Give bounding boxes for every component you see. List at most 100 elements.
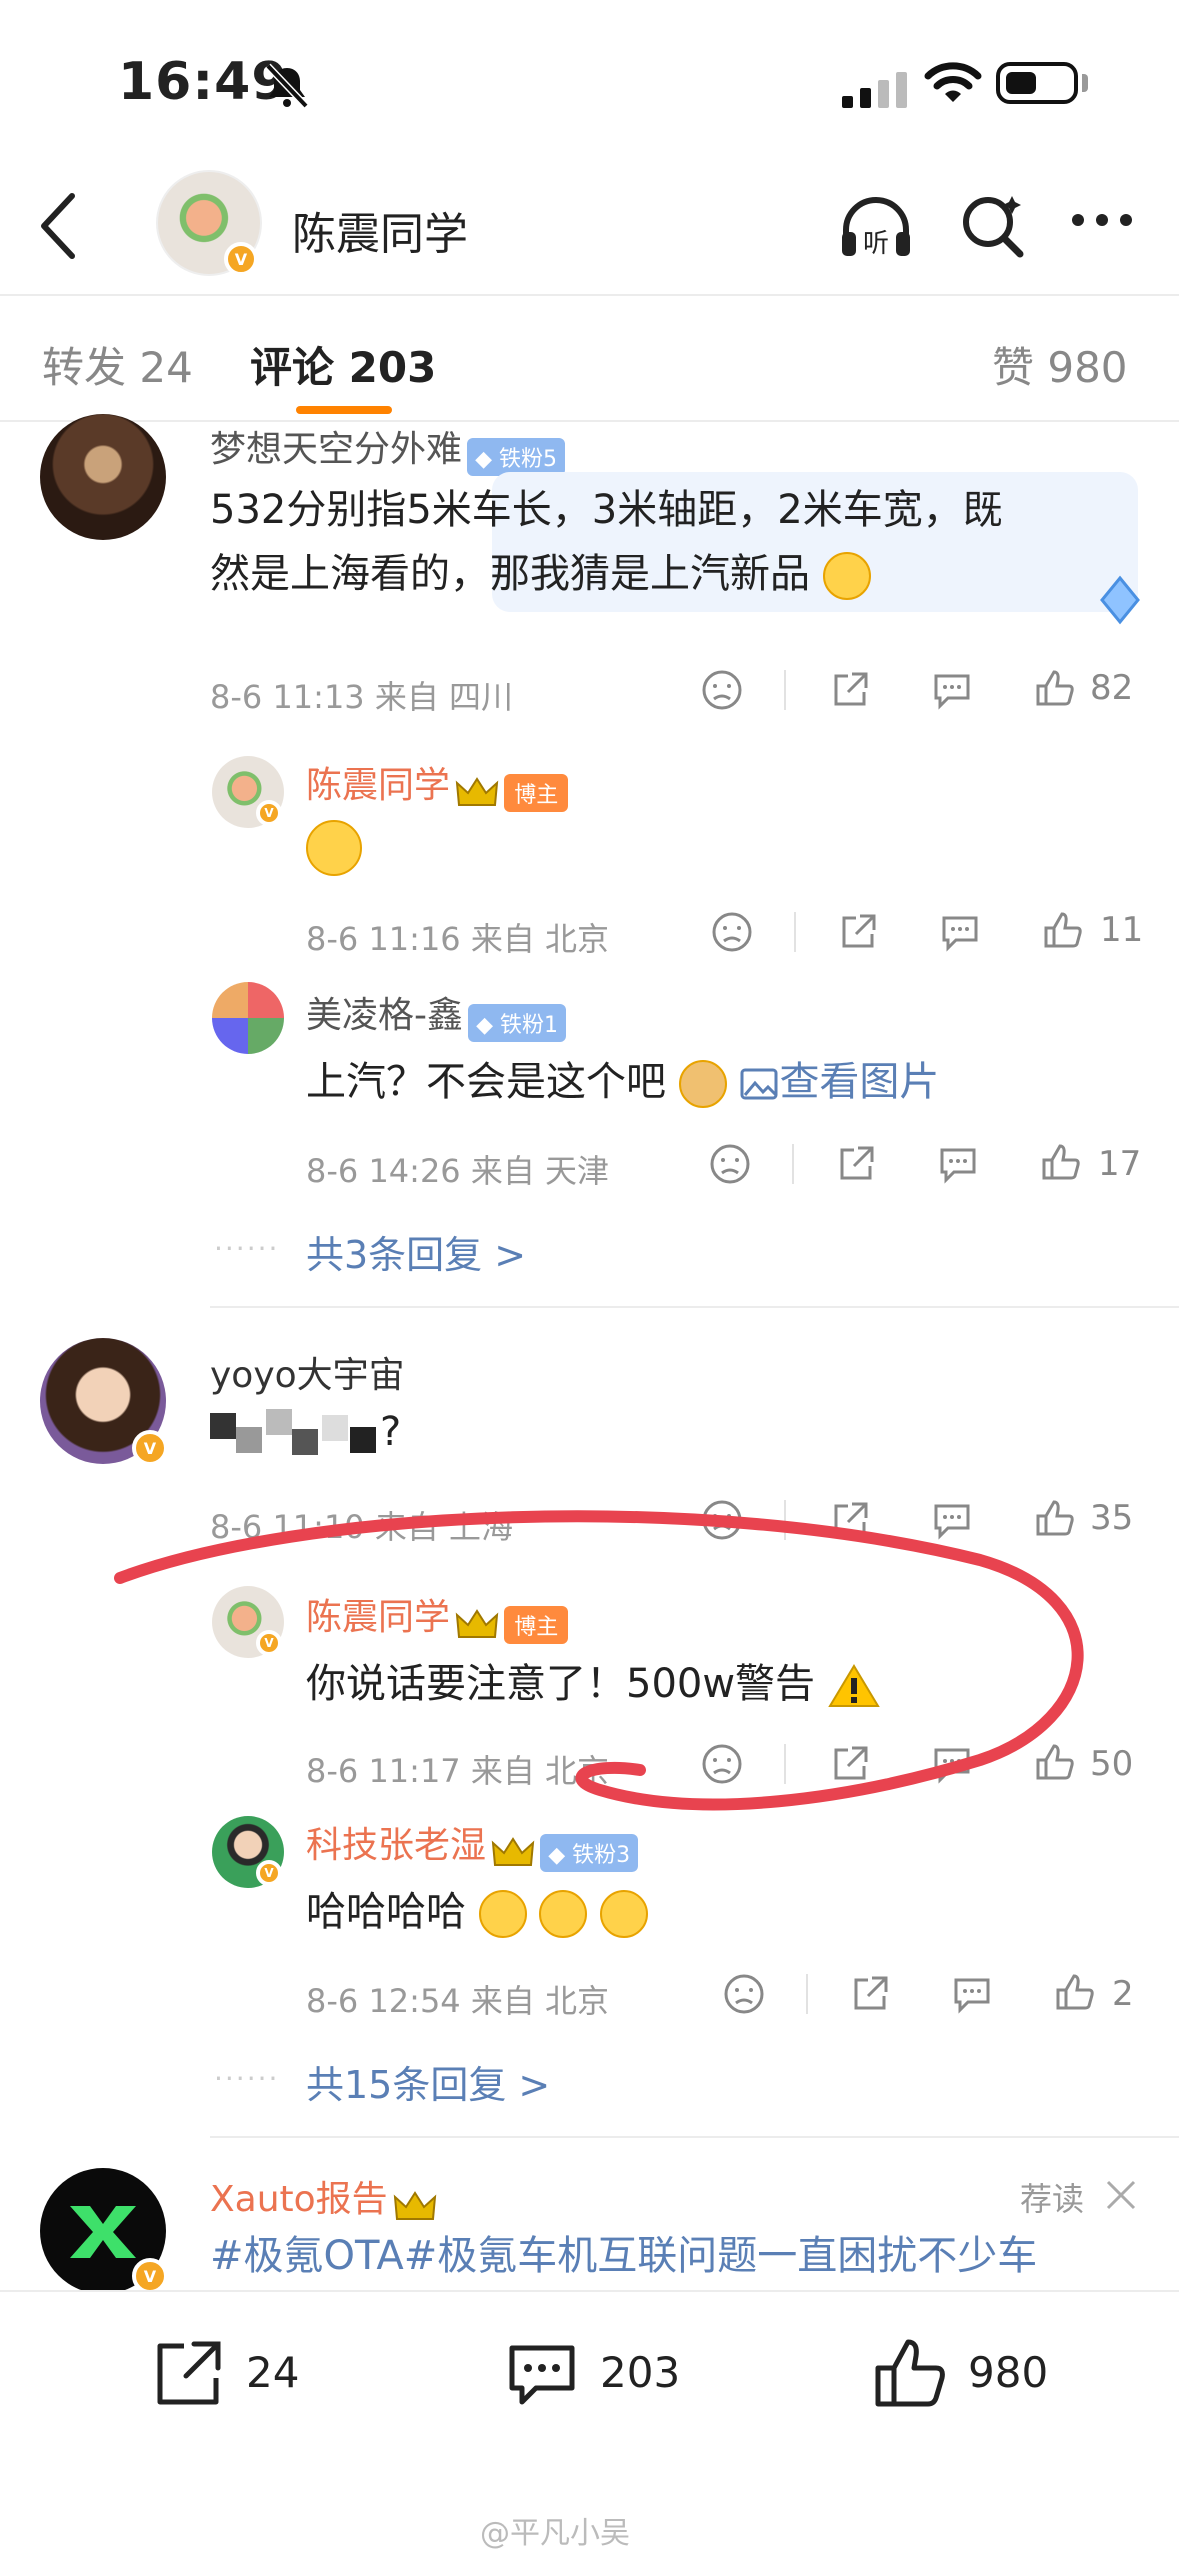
dislike-face-icon[interactable]: [700, 1742, 744, 1786]
crown-icon: [491, 1836, 535, 1866]
username[interactable]: yoyo大宇宙: [210, 1346, 405, 1398]
more-replies-link[interactable]: 共15条回复 >: [306, 2054, 550, 2109]
fan-badge: ◆ 铁粉1: [468, 1003, 567, 1042]
verified-badge-icon: V: [132, 2258, 168, 2294]
tab-repost[interactable]: 转发 24: [42, 334, 193, 395]
like-count[interactable]: 980: [968, 2348, 1048, 2397]
fan-badge-label: 铁粉3: [572, 1842, 631, 1868]
host-badge: 博主: [504, 773, 569, 812]
host-badge: 博主: [504, 1605, 569, 1644]
comment-header: Xauto报告: [210, 2170, 437, 2225]
back-arrow-icon[interactable]: [34, 188, 86, 264]
image-icon: [740, 1068, 778, 1100]
reply-header: 陈震同学 博主: [306, 1588, 569, 1644]
tabs-divider: [0, 420, 1179, 422]
comment-meta: 8-6 11:13 来自 四川: [210, 678, 514, 716]
dislike-face-icon[interactable]: [708, 1142, 752, 1186]
action-separator: [784, 1500, 786, 1540]
action-separator: [784, 1744, 786, 1784]
comment-icon[interactable]: [936, 1142, 980, 1186]
laugh-cry-emoji-icon: [478, 1890, 527, 1938]
comment-text-line: 532分别指5米车长，3米轴距，2米车宽，既: [210, 487, 1003, 533]
like-thumb-icon[interactable]: [870, 2332, 950, 2412]
like-thumb-icon[interactable]: [1052, 1970, 1096, 2014]
search-icon[interactable]: [960, 192, 1026, 258]
diamond-sparkle-icon: [1100, 575, 1140, 625]
reply-header: 科技张老湿 ◆ 铁粉3: [306, 1816, 639, 1872]
listen-headphones-icon[interactable]: 听: [836, 192, 916, 262]
share-icon[interactable]: [834, 1142, 878, 1186]
share-icon[interactable]: [828, 668, 872, 712]
crown-icon: [455, 776, 499, 806]
reply-thread-dots: ······: [214, 2062, 280, 2095]
username[interactable]: 梦想天空分外难: [210, 429, 462, 470]
action-separator: [794, 912, 796, 952]
view-image-link[interactable]: 查看图片: [739, 1059, 939, 1105]
comment-icon[interactable]: [930, 668, 974, 712]
username[interactable]: 科技张老湿: [306, 1825, 486, 1866]
reply-text: 你说话要注意了！500w警告: [306, 1652, 880, 1716]
like-thumb-icon[interactable]: [1032, 1740, 1076, 1784]
close-icon[interactable]: [1104, 2178, 1138, 2212]
reply-meta: 8-6 14:26 来自 天津: [306, 1152, 610, 1190]
username[interactable]: 陈震同学: [306, 765, 450, 806]
battery-icon: [996, 62, 1078, 104]
thinking-emoji-icon: [306, 820, 362, 876]
dislike-face-icon[interactable]: [722, 1972, 766, 2016]
comment-count[interactable]: 203: [600, 2348, 680, 2397]
share-icon[interactable]: [828, 1742, 872, 1786]
share-icon[interactable]: [828, 1498, 872, 1542]
comment-icon[interactable]: [504, 2336, 580, 2412]
crown-icon: [393, 2190, 437, 2220]
dislike-face-icon[interactable]: [710, 910, 754, 954]
reply-thread-dots: ······: [214, 1232, 280, 1265]
like-thumb-icon[interactable]: [1032, 666, 1076, 710]
like-thumb-icon[interactable]: [1032, 1496, 1076, 1540]
comment-header: 梦想天空分外难 ◆ 铁粉5: [210, 420, 566, 476]
recommend-label: 荐读: [1020, 2180, 1085, 2218]
tab-like[interactable]: 赞 980: [992, 334, 1128, 395]
username[interactable]: 陈震同学: [306, 1597, 450, 1638]
reply-header: 陈震同学 博主: [306, 756, 569, 812]
header-divider: [0, 294, 1179, 296]
comment-icon[interactable]: [950, 1972, 994, 2016]
tab-comment[interactable]: 评论 203: [250, 334, 436, 395]
more-options-icon[interactable]: [1072, 214, 1132, 226]
dislike-face-icon[interactable]: [700, 1498, 744, 1542]
reply-text-content: 上汽？不会是这个吧: [306, 1059, 666, 1105]
more-replies-link[interactable]: 共3条回复 >: [306, 1224, 526, 1279]
comment-text-content: #极氪OTA#极氪车机互联问题一直困扰不少车: [210, 2233, 1038, 2279]
comment-text-line: 然是上海看的，那我猜是上汽新品: [210, 551, 810, 597]
comment-icon[interactable]: [930, 1498, 974, 1542]
action-separator: [806, 1974, 808, 2014]
doge-emoji-icon: [678, 1060, 727, 1108]
verified-badge-icon: V: [224, 242, 258, 276]
fan-badge-label: 铁粉1: [500, 1012, 559, 1038]
username[interactable]: 美凌格-鑫: [306, 995, 463, 1036]
svg-text:听: 听: [863, 229, 889, 259]
repost-icon[interactable]: [150, 2336, 226, 2412]
reply-meta: 8-6 12:54 来自 北京: [306, 1982, 610, 2020]
dislike-face-icon[interactable]: [700, 668, 744, 712]
comment-meta: 8-6 11:10 来自 上海: [210, 1508, 514, 1546]
battery-nub: [1082, 74, 1088, 92]
comment-text-content: ?: [380, 1409, 402, 1455]
share-icon[interactable]: [836, 910, 880, 954]
bottom-action-bar: 24 203 980: [0, 2290, 1179, 2452]
avatar[interactable]: [40, 414, 166, 540]
view-image-label: 查看图片: [779, 1059, 940, 1105]
comment-icon[interactable]: [930, 1742, 974, 1786]
like-thumb-icon[interactable]: [1038, 1140, 1082, 1184]
share-icon[interactable]: [848, 1972, 892, 2016]
like-count: 50: [1090, 1744, 1134, 1784]
repost-count[interactable]: 24: [246, 2348, 299, 2397]
avatar[interactable]: [212, 982, 284, 1054]
page-title: 陈震同学: [292, 209, 468, 260]
laugh-cry-emoji-icon: [539, 1890, 588, 1938]
like-thumb-icon[interactable]: [1040, 908, 1084, 952]
comment-icon[interactable]: [938, 910, 982, 954]
username[interactable]: Xauto报告: [210, 2179, 388, 2220]
reply-text-content: 哈哈哈哈: [306, 1889, 466, 1935]
like-count: 11: [1100, 910, 1144, 950]
crown-icon: [455, 1608, 499, 1638]
